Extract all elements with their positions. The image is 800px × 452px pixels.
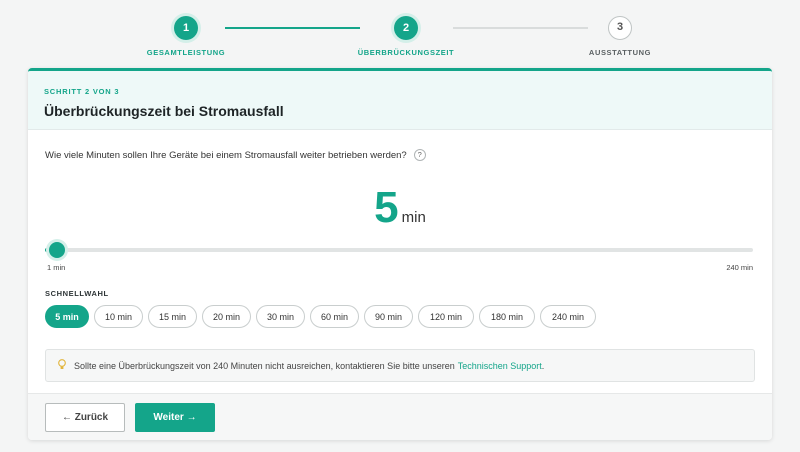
quick-option-120[interactable]: 120 min [418,305,474,328]
lightbulb-icon [58,358,66,373]
step-3-label: AUSSTATTUNG [588,48,652,57]
selected-value: 5 [374,183,399,232]
card-header: SCHRITT 2 VON 3 Überbrückungszeit bei St… [28,71,772,130]
info-text: Sollte eine Überbrückungszeit von 240 Mi… [74,360,455,371]
step-1[interactable]: 1 GESAMTLEISTUNG [116,16,256,57]
quick-option-90[interactable]: 90 min [364,305,413,328]
slider-thumb[interactable] [48,242,65,258]
slider-max-label: 240 min [726,263,753,272]
step-1-label: GESAMTLEISTUNG [146,48,226,57]
question-text: Wie viele Minuten sollen Ihre Geräte bei… [45,149,407,161]
step-2-circle: 2 [394,16,418,40]
back-button[interactable]: ← Zurück [45,403,125,432]
quick-select-options: 5 min 10 min 15 min 20 min 30 min 60 min… [45,305,596,328]
duration-slider[interactable] [45,242,753,258]
selected-unit: min [401,209,426,226]
quick-option-5[interactable]: 5 min [45,305,89,328]
step-2: 2 ÜBERBRÜCKUNGSZEIT [336,16,476,57]
step-3: 3 AUSSTATTUNG [550,16,690,57]
quick-option-60[interactable]: 60 min [310,305,359,328]
quick-option-15[interactable]: 15 min [148,305,197,328]
card-footer: ← Zurück Weiter → [28,393,772,440]
info-notice: Sollte eine Überbrückungszeit von 240 Mi… [45,349,755,382]
step-2-label: ÜBERBRÜCKUNGSZEIT [357,48,455,57]
quick-select-label: SCHNELLWAHL [45,289,109,298]
help-icon[interactable]: ? [413,149,426,161]
step-card: SCHRITT 2 VON 3 Überbrückungszeit bei St… [28,68,772,440]
technical-support-link[interactable]: Technischen Support [458,361,542,371]
page-title: Überbrückungszeit bei Stromausfall [44,103,284,119]
selected-value-display: 5 min [28,183,772,233]
next-button[interactable]: Weiter → [135,403,215,432]
info-end: . [541,360,545,371]
quick-option-10[interactable]: 10 min [94,305,143,328]
step-1-circle: 1 [174,16,198,40]
quick-option-20[interactable]: 20 min [202,305,251,328]
quick-option-30[interactable]: 30 min [256,305,305,328]
progress-stepper: 1 GESAMTLEISTUNG 2 ÜBERBRÜCKUNGSZEIT 3 A… [0,0,800,62]
step-kicker: SCHRITT 2 VON 3 [44,87,120,96]
slider-min-label: 1 min [47,263,66,272]
quick-option-240[interactable]: 240 min [540,305,596,328]
question: Wie viele Minuten sollen Ihre Geräte bei… [45,149,426,161]
step-3-circle: 3 [608,16,632,40]
quick-option-180[interactable]: 180 min [479,305,535,328]
